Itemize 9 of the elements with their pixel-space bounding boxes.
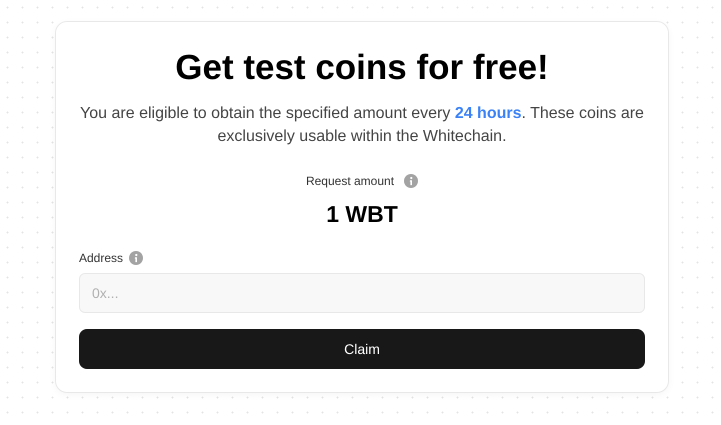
- page-title: Get test coins for free!: [175, 47, 549, 89]
- request-amount-label: Request amount: [306, 173, 394, 189]
- request-amount-value: 1 WBT: [326, 200, 398, 228]
- address-field[interactable]: 0x...: [79, 273, 645, 313]
- claim-button[interactable]: Claim: [79, 329, 645, 369]
- address-label: Address: [79, 250, 124, 266]
- info-icon[interactable]: [404, 174, 418, 188]
- info-icon[interactable]: [129, 251, 144, 265]
- description: You are eligible to obtain the specified amount every 24 hours. These coins are exclusively usable within the Whitechain.: [79, 104, 645, 147]
